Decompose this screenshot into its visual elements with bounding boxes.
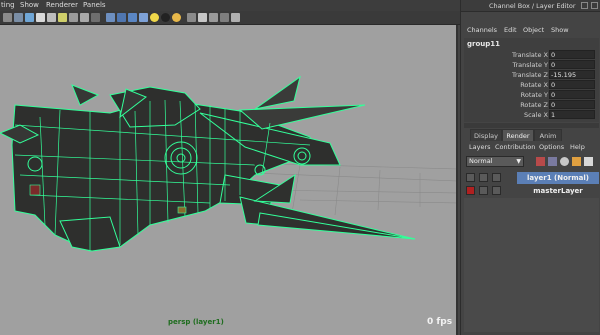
recycle-icon[interactable] bbox=[479, 186, 488, 195]
grease-pencil-icon[interactable] bbox=[58, 13, 67, 22]
layer-list-empty-area bbox=[464, 198, 599, 332]
overrides-icon[interactable] bbox=[492, 173, 501, 182]
resolution-gate-icon[interactable] bbox=[91, 13, 100, 22]
isolate-select-icon[interactable] bbox=[198, 13, 207, 22]
attr-value-field[interactable]: -15.195 bbox=[549, 70, 595, 79]
attr-value-field[interactable]: 0 bbox=[549, 60, 595, 69]
layer-toolbar: Normal ▼ bbox=[464, 155, 599, 169]
two-d-pan-icon[interactable] bbox=[47, 13, 56, 22]
attr-value-field[interactable]: 0 bbox=[549, 100, 595, 109]
attr-rotate-y: Rotate Y 0 bbox=[464, 90, 599, 100]
teapot-icon[interactable] bbox=[560, 157, 569, 166]
viewport-panel: ting Show Renderer Panels persp (layer1)… bbox=[0, 0, 460, 335]
bookmark-icon[interactable] bbox=[25, 13, 34, 22]
xray-icon[interactable] bbox=[187, 13, 196, 22]
menu-show[interactable]: Show bbox=[20, 1, 39, 9]
film-gate-icon[interactable] bbox=[80, 13, 89, 22]
channel-box-panel: Channel Box / Layer Editor Channels Edit… bbox=[460, 0, 600, 335]
attr-label: Rotate X bbox=[520, 81, 548, 89]
layer-stack-icon[interactable] bbox=[548, 157, 557, 166]
attr-label: Rotate Y bbox=[520, 91, 548, 99]
attr-translate-y: Translate Y 0 bbox=[464, 60, 599, 70]
wireframe-on-shaded-icon[interactable] bbox=[128, 13, 137, 22]
menu-channels[interactable]: Channels bbox=[467, 26, 497, 34]
attr-label: Translate X bbox=[511, 51, 548, 59]
blend-mode-value: Normal bbox=[469, 157, 493, 165]
new-layer-icon[interactable] bbox=[536, 157, 545, 166]
menu-renderer[interactable]: Renderer bbox=[46, 1, 78, 9]
textured-icon[interactable] bbox=[139, 13, 148, 22]
fps-counter: 0 fps bbox=[427, 317, 453, 327]
channel-box-title-bar: Channel Box / Layer Editor bbox=[461, 0, 600, 12]
wireframe-model bbox=[0, 75, 456, 252]
layer-row-master[interactable]: masterLayer (Normal) bbox=[464, 185, 599, 207]
ambient-occlusion-icon[interactable] bbox=[172, 13, 181, 22]
close-panel-icon[interactable] bbox=[591, 2, 598, 9]
camera-label: persp (layer1) bbox=[168, 318, 224, 326]
shadows-icon[interactable] bbox=[161, 13, 170, 22]
share-icon[interactable] bbox=[231, 13, 240, 22]
lights-icon[interactable] bbox=[150, 13, 159, 22]
wireframe-icon[interactable] bbox=[106, 13, 115, 22]
overrides-icon[interactable] bbox=[492, 186, 501, 195]
layer-editor-menu: Layers Contribution Options Help bbox=[464, 143, 599, 153]
attr-value-field[interactable]: 1 bbox=[549, 110, 595, 119]
menu-layers[interactable]: Layers bbox=[469, 143, 491, 151]
panel-menu-bar: ting Show Renderer Panels bbox=[0, 0, 460, 11]
channel-box-title: Channel Box / Layer Editor bbox=[489, 2, 576, 10]
camera-attributes-icon[interactable] bbox=[14, 13, 23, 22]
menu-show[interactable]: Show bbox=[551, 26, 569, 34]
channel-box-menu: Channels Edit Object Show bbox=[461, 26, 600, 36]
attr-value-field[interactable]: 0 bbox=[549, 50, 595, 59]
grid-icon[interactable] bbox=[69, 13, 78, 22]
menu-object[interactable]: Object bbox=[523, 26, 544, 34]
smooth-shade-icon[interactable] bbox=[117, 13, 126, 22]
attr-translate-z: Translate Z -15.195 bbox=[464, 70, 599, 80]
attr-value-field[interactable]: 0 bbox=[549, 80, 595, 89]
tab-display[interactable]: Display bbox=[470, 129, 502, 141]
panel-toolbar bbox=[0, 11, 460, 25]
select-camera-icon[interactable] bbox=[3, 13, 12, 22]
layer-name: layer1 (Normal) bbox=[517, 172, 599, 184]
float-window-icon[interactable] bbox=[581, 2, 588, 9]
attr-rotate-z: Rotate Z 0 bbox=[464, 100, 599, 110]
attr-label: Translate Z bbox=[511, 71, 548, 79]
attr-label: Scale X bbox=[523, 111, 548, 119]
chevron-down-icon: ▼ bbox=[516, 158, 521, 165]
image-plane-icon[interactable] bbox=[36, 13, 45, 22]
layer-editor-tabs: Display Render Anim bbox=[464, 129, 599, 141]
xray-components-icon[interactable] bbox=[220, 13, 229, 22]
recycle-icon[interactable] bbox=[479, 173, 488, 182]
attr-rotate-x: Rotate X 0 bbox=[464, 80, 599, 90]
menu-help[interactable]: Help bbox=[570, 143, 585, 151]
tab-anim[interactable]: Anim bbox=[534, 129, 562, 141]
render-settings-icon[interactable] bbox=[572, 157, 581, 166]
renderable-toggle-icon[interactable] bbox=[466, 186, 475, 195]
menu-edit[interactable]: Edit bbox=[504, 26, 517, 34]
attr-value-field[interactable]: 0 bbox=[549, 90, 595, 99]
attr-label: Rotate Z bbox=[520, 101, 548, 109]
render-view-icon[interactable] bbox=[584, 157, 593, 166]
xray-joints-icon[interactable] bbox=[209, 13, 218, 22]
menu-lighting[interactable]: ting bbox=[1, 1, 15, 9]
layer-name: masterLayer (Normal) bbox=[533, 187, 583, 207]
menu-options[interactable]: Options bbox=[539, 143, 564, 151]
menu-panels[interactable]: Panels bbox=[83, 1, 106, 9]
blend-mode-select[interactable]: Normal ▼ bbox=[466, 156, 524, 167]
layer-row-layer1[interactable]: layer1 (Normal) bbox=[464, 172, 599, 184]
attr-label: Translate Y bbox=[512, 61, 548, 69]
perspective-viewport[interactable]: persp (layer1) 0 fps bbox=[0, 25, 458, 335]
menu-contribution[interactable]: Contribution bbox=[495, 143, 535, 151]
channel-box-attributes: group11 Translate X 0 Translate Y 0 Tran… bbox=[464, 38, 599, 122]
attr-scale-x: Scale X 1 bbox=[464, 110, 599, 120]
attr-translate-x: Translate X 0 bbox=[464, 50, 599, 60]
tab-render[interactable]: Render bbox=[502, 129, 534, 141]
renderable-toggle-icon[interactable] bbox=[466, 173, 475, 182]
panel-splitter[interactable] bbox=[464, 123, 599, 128]
object-name: group11 bbox=[467, 40, 501, 48]
